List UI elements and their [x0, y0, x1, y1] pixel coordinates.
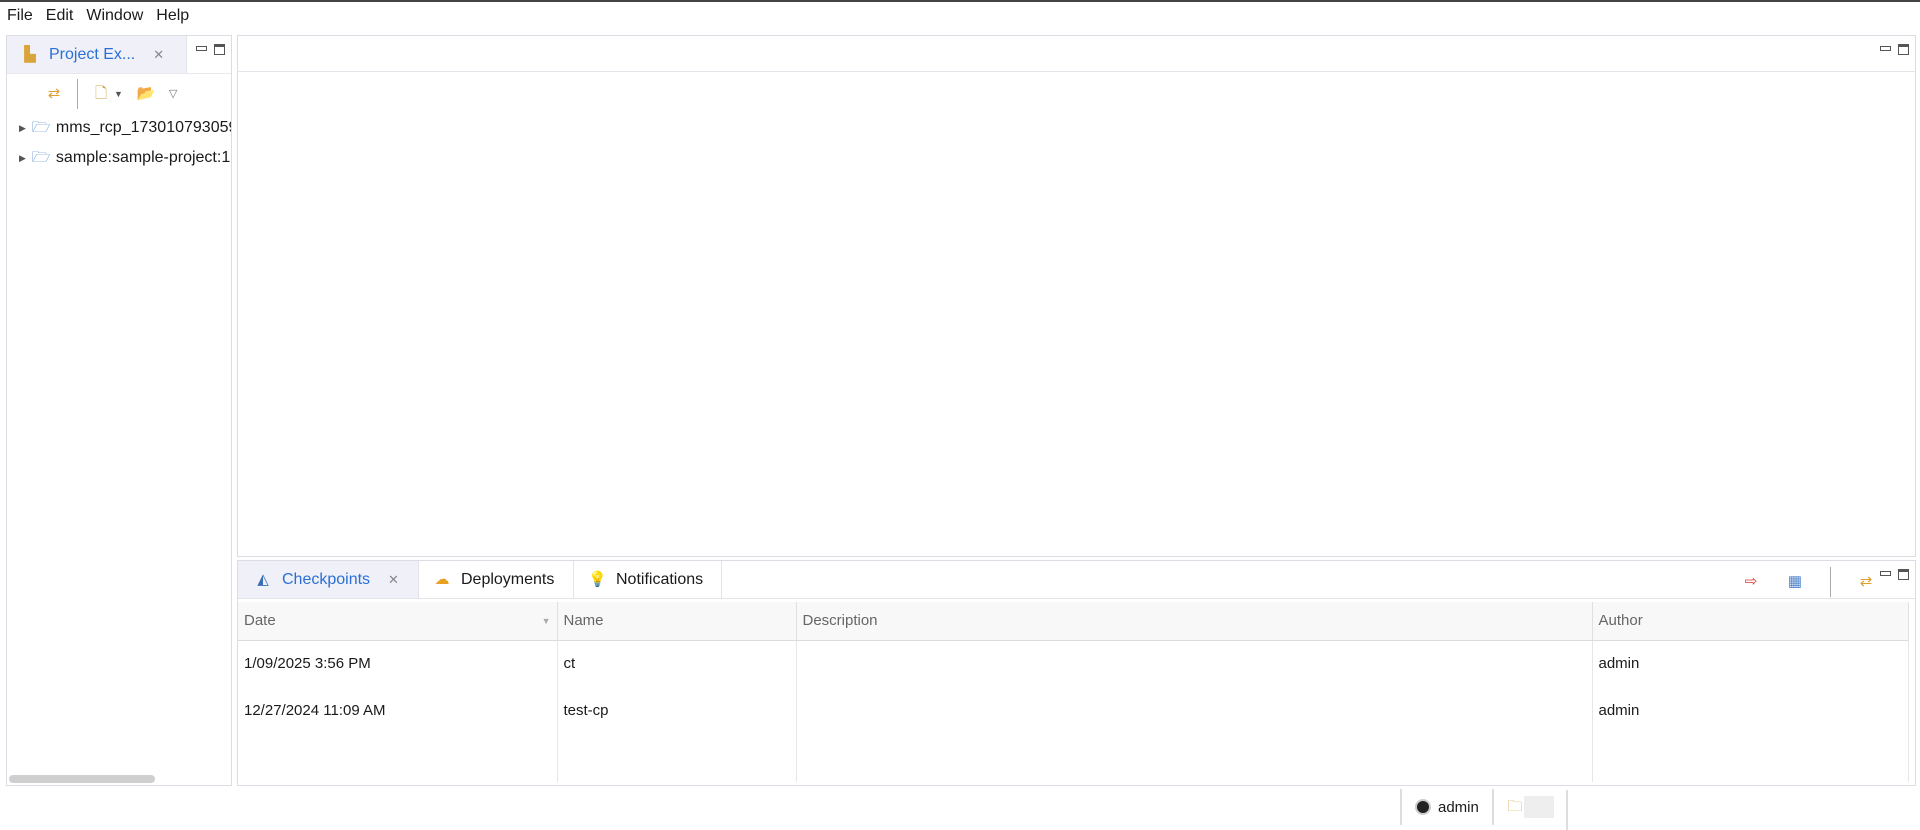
checkpoints-panel: ◭ Checkpoints ✕ ☁ Deployments 💡 Notifica…: [237, 560, 1916, 786]
lightbulb-icon: 💡: [588, 570, 607, 588]
menu-bar: File Edit Window Help: [0, 2, 202, 30]
panel-toolbar: ⇨ ▦ ⇄: [1742, 567, 1875, 597]
cell-date: 12/27/2024 11:09 AM: [238, 687, 558, 735]
divider: [77, 78, 78, 109]
project-explorer-panel: ▙ Project Ex... ✕ ⇄ 🗋 ▼ 📂 ▽ ▶ 🗁 mms_rcp_17…: [6, 35, 232, 786]
checkpoint-icon: ◭: [257, 570, 269, 588]
cell-author: admin: [1592, 640, 1909, 688]
explorer-toolbar: ⇄ 🗋 ▼ 📂 ▽: [7, 73, 231, 113]
cell-name: ct: [557, 640, 797, 688]
minimize-button[interactable]: [196, 46, 207, 51]
project-explorer-icon: ▙: [24, 45, 36, 63]
tree-item[interactable]: ▶ 🗁 sample:sample-project:1.0: [7, 143, 231, 173]
editor-tabbar: [238, 36, 1915, 72]
tree-item-label: mms_rcp_173010793059: [55, 119, 231, 136]
view-menu-icon[interactable]: ▽: [169, 87, 177, 100]
expand-icon[interactable]: ▶: [19, 153, 26, 164]
close-icon[interactable]: ✕: [388, 572, 399, 588]
workspace-folder-icon: 🗀: [1507, 798, 1523, 815]
tab-label: Notifications: [616, 570, 704, 588]
cloud-upload-icon: ☁: [434, 570, 450, 588]
user-icon: [1415, 799, 1431, 815]
menu-file[interactable]: File: [7, 7, 33, 25]
sync-icon[interactable]: ⇄: [45, 85, 63, 103]
tab-label: Deployments: [461, 570, 555, 588]
tab-project-explorer[interactable]: ▙ Project Ex... ✕: [7, 36, 187, 73]
window-controls: [196, 44, 225, 55]
maximize-button[interactable]: [1898, 44, 1909, 55]
cell-date: 1/09/2025 3:56 PM: [238, 640, 558, 688]
project-explorer-tabbar: ▙ Project Ex... ✕: [7, 36, 231, 73]
bottom-tabbar: ◭ Checkpoints ✕ ☁ Deployments 💡 Notifica…: [238, 561, 1915, 599]
tab-deployments[interactable]: ☁ Deployments: [419, 561, 574, 598]
cell-name: test-cp: [557, 687, 797, 735]
restore-checkpoint-icon[interactable]: ⇨: [1742, 573, 1760, 591]
column-header-description[interactable]: Description: [796, 602, 1593, 641]
maximize-button[interactable]: [1898, 569, 1909, 580]
editor-area: [237, 35, 1916, 557]
table-row[interactable]: 12/27/2024 11:09 AM test-cp admin: [238, 687, 1909, 735]
divider: [1565, 790, 1568, 830]
table-row[interactable]: 1/09/2025 3:56 PM ct admin: [238, 640, 1909, 688]
checkpoints-table: Date ▼ Name Description Author 1/09/2025 …: [238, 602, 1909, 782]
sort-descending-icon: ▼: [541, 616, 551, 626]
open-folder-icon[interactable]: 📂: [137, 85, 156, 103]
blurred-region: [1523, 796, 1554, 818]
expand-icon[interactable]: ▶: [19, 123, 26, 134]
tab-checkpoints[interactable]: ◭ Checkpoints ✕: [238, 561, 419, 598]
create-version-icon[interactable]: ▦: [1786, 573, 1804, 591]
tab-label: Checkpoints: [282, 570, 371, 588]
new-file-icon[interactable]: 🗋: [92, 85, 110, 103]
checkpoints-table-wrap: Date ▼ Name Description Author 1/09/2025 …: [238, 599, 1915, 783]
tab-label: Project Ex...: [49, 45, 136, 63]
menu-window[interactable]: Window: [86, 7, 143, 25]
cell-description: [796, 687, 1593, 735]
close-icon[interactable]: ✕: [153, 47, 164, 63]
empty-row: [238, 734, 1909, 782]
minimize-button[interactable]: [1880, 571, 1891, 576]
column-header-author[interactable]: Author: [1592, 602, 1909, 641]
header-label: Date: [244, 612, 276, 630]
column-header-date[interactable]: Date ▼: [238, 602, 558, 641]
menu-help[interactable]: Help: [156, 7, 189, 25]
cell-author: admin: [1592, 687, 1909, 735]
maximize-button[interactable]: [214, 44, 225, 55]
minimize-button[interactable]: [1880, 46, 1891, 51]
project-folder-icon: 🗁: [31, 119, 51, 136]
status-user[interactable]: admin: [1402, 799, 1492, 816]
column-header-name[interactable]: Name: [557, 602, 797, 641]
divider: [1830, 567, 1831, 597]
refresh-icon[interactable]: ⇄: [1857, 573, 1875, 591]
window-controls: [1880, 44, 1909, 55]
horizontal-scrollbar[interactable]: [9, 775, 155, 783]
status-bar: admin 🗀: [1400, 787, 1568, 830]
tab-notifications[interactable]: 💡 Notifications: [574, 561, 722, 598]
project-tree: ▶ 🗁 mms_rcp_173010793059 ▶ 🗁 sample:sample-p…: [7, 113, 231, 173]
tree-item[interactable]: ▶ 🗁 mms_rcp_173010793059: [7, 113, 231, 143]
menu-edit[interactable]: Edit: [46, 7, 74, 25]
project-folder-icon: 🗁: [31, 149, 51, 166]
chevron-down-icon[interactable]: ▼: [114, 89, 123, 99]
window-controls: [1880, 569, 1909, 580]
user-label: admin: [1438, 798, 1479, 816]
status-workspace[interactable]: 🗀: [1494, 796, 1566, 818]
cell-description: [796, 640, 1593, 688]
tree-item-label: sample:sample-project:1.0: [55, 149, 231, 166]
